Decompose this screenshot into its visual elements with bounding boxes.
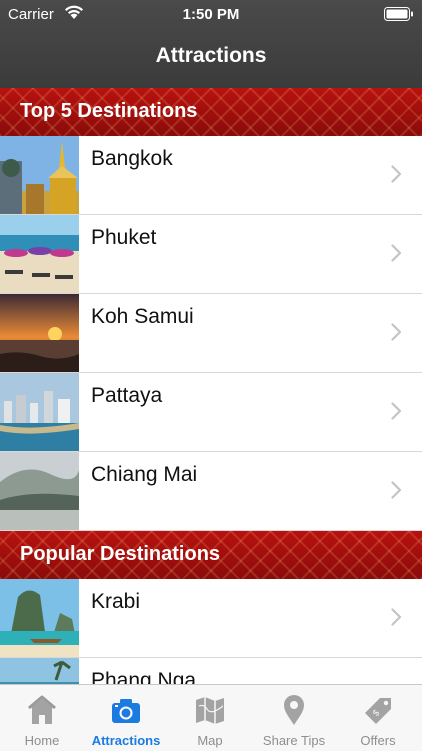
tab-attractions[interactable]: Attractions bbox=[84, 685, 168, 751]
price-tag-icon: $ bbox=[365, 698, 391, 724]
section-header-popular: Popular Destinations bbox=[0, 531, 422, 579]
location-pin-icon bbox=[284, 695, 304, 725]
chevron-right-icon bbox=[391, 402, 402, 420]
destination-label: Phuket bbox=[91, 226, 157, 249]
map-icon bbox=[196, 697, 224, 724]
section-header-top5: Top 5 Destinations bbox=[0, 88, 422, 136]
page-title: Attractions bbox=[155, 44, 267, 67]
tab-label: Offers bbox=[360, 733, 396, 748]
chevron-right-icon bbox=[391, 323, 402, 341]
krabi-thumbnail bbox=[0, 579, 79, 657]
chevron-right-icon bbox=[391, 244, 402, 262]
bangkok-thumbnail bbox=[0, 136, 79, 214]
tab-offers[interactable]: $ Offers bbox=[336, 685, 420, 751]
section-title: Popular Destinations bbox=[20, 543, 221, 565]
list-item-bangkok[interactable]: Bangkok bbox=[0, 136, 422, 215]
tab-label: Map bbox=[197, 733, 223, 748]
tab-home[interactable]: Home bbox=[0, 685, 84, 751]
tab-label: Attractions bbox=[91, 733, 161, 748]
phang-nga-thumbnail bbox=[0, 658, 79, 684]
navigation-bar: Carrier 1:50 PM Attractions bbox=[0, 0, 422, 88]
attractions-list[interactable]: Top 5 Destinations Bangkok Phuket Koh Sa… bbox=[0, 88, 422, 684]
list-item-koh-samui[interactable]: Koh Samui bbox=[0, 294, 422, 373]
chevron-right-icon bbox=[391, 608, 402, 626]
tab-map[interactable]: Map bbox=[168, 685, 252, 751]
phuket-thumbnail bbox=[0, 215, 79, 293]
pattaya-thumbnail bbox=[0, 373, 79, 451]
koh-samui-thumbnail bbox=[0, 294, 79, 372]
list-item-chiang-mai[interactable]: Chiang Mai bbox=[0, 452, 422, 531]
status-bar: Carrier 1:50 PM bbox=[0, 0, 422, 30]
home-icon bbox=[28, 695, 56, 724]
list-item-phuket[interactable]: Phuket bbox=[0, 215, 422, 294]
destination-label: Krabi bbox=[91, 590, 141, 613]
clock: 1:50 PM bbox=[182, 6, 240, 23]
list-item-krabi[interactable]: Krabi bbox=[0, 579, 422, 658]
list-item-pattaya[interactable]: Pattaya bbox=[0, 373, 422, 452]
destination-label: Pattaya bbox=[91, 384, 163, 407]
destination-label: Phang Nga bbox=[91, 669, 197, 684]
list-item-phang-nga[interactable]: Phang Nga bbox=[0, 658, 422, 684]
battery-icon bbox=[384, 7, 414, 21]
section-title: Top 5 Destinations bbox=[20, 100, 198, 122]
tab-label: Home bbox=[24, 733, 60, 748]
chiang-mai-thumbnail bbox=[0, 452, 79, 530]
camera-icon bbox=[112, 699, 140, 723]
tab-share-tips[interactable]: Share Tips bbox=[252, 685, 336, 751]
destination-label: Bangkok bbox=[91, 147, 173, 170]
chevron-right-icon bbox=[391, 481, 402, 499]
destination-label: Koh Samui bbox=[91, 305, 194, 328]
tab-label: Share Tips bbox=[262, 733, 326, 748]
tab-bar: Home Attractions Map Share Tips $ Offers bbox=[0, 684, 422, 751]
chevron-right-icon bbox=[391, 165, 402, 183]
destination-label: Chiang Mai bbox=[91, 463, 198, 486]
